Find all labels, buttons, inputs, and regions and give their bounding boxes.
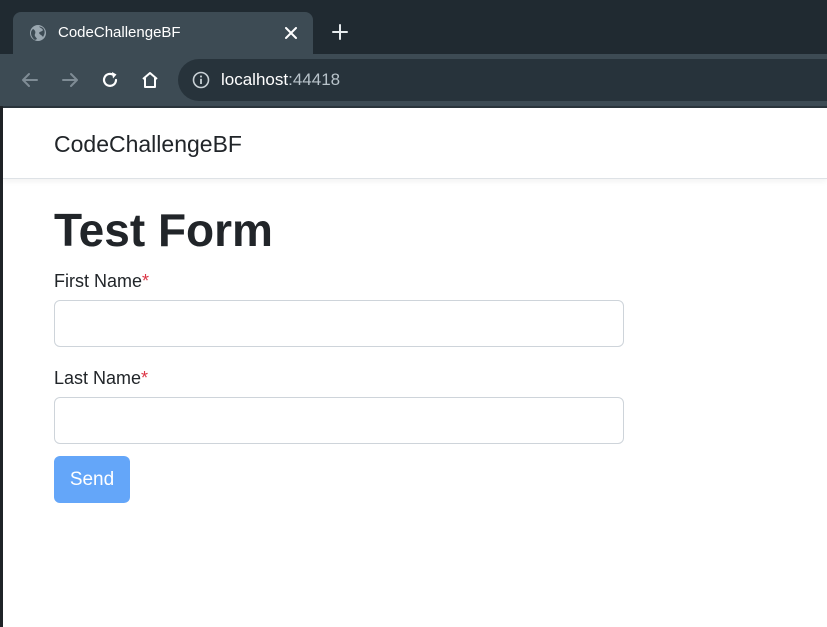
required-asterisk: * [141,368,149,388]
send-button[interactable]: Send [54,456,130,503]
forward-arrow-icon[interactable] [58,68,82,92]
url-text: localhost:44418 [221,70,340,90]
browser-tabstrip: CodeChallengeBF [0,0,827,54]
globe-icon [29,24,47,42]
first-name-label-text: First Name [54,271,143,291]
first-name-input[interactable] [54,300,624,347]
tab-title: CodeChallengeBF [58,24,181,41]
page-title: Test Form [54,204,273,256]
web-page: CodeChallengeBF Test Form First Name* La… [3,108,827,627]
required-asterisk: * [142,271,150,291]
address-bar[interactable]: localhost:44418 [178,59,827,101]
form-container: Test Form First Name* Last Name* Send [54,202,624,503]
browser-toolbar: localhost:44418 [0,54,827,106]
browser-tab[interactable]: CodeChallengeBF [13,12,313,54]
plus-icon[interactable] [329,21,351,43]
reload-icon[interactable] [98,68,122,92]
last-name-field: Last Name* [54,367,624,444]
last-name-input[interactable] [54,397,624,444]
home-icon[interactable] [138,68,162,92]
navbar-brand[interactable]: CodeChallengeBF [54,130,242,158]
navbar: CodeChallengeBF [3,108,827,179]
url-port: :44418 [288,70,341,89]
last-name-label-text: Last Name [54,368,142,388]
back-arrow-icon[interactable] [18,68,42,92]
close-icon[interactable] [281,23,301,43]
last-name-label: Last Name* [54,367,624,389]
first-name-label: First Name* [54,270,624,292]
url-host: localhost [221,70,289,89]
first-name-field: First Name* [54,270,624,347]
info-icon[interactable] [192,71,210,89]
